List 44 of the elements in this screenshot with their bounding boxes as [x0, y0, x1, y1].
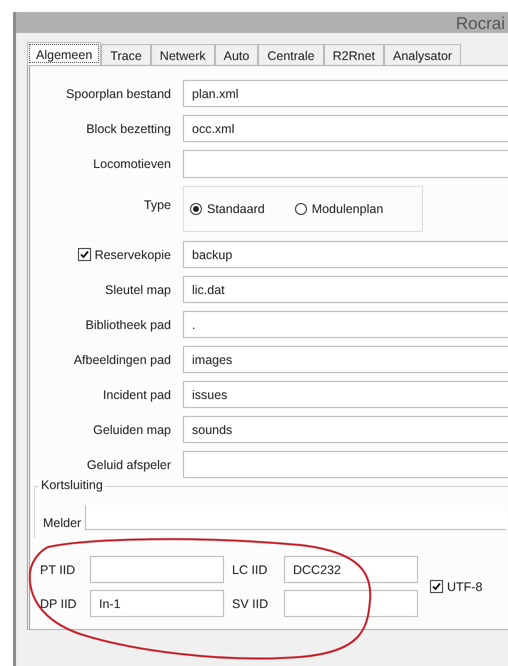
radio-option[interactable]: Modulenplan	[294, 202, 384, 216]
field-label: SV IID	[231, 596, 270, 610]
input-field[interactable]: sounds	[183, 416, 508, 443]
field-label: PT IID	[40, 562, 76, 576]
input-field[interactable]	[183, 150, 508, 178]
field-label: Type	[142, 197, 172, 212]
field-label: Geluiden map	[92, 422, 172, 436]
tab[interactable]: Trace	[101, 44, 151, 65]
tab[interactable]: Centrale	[258, 44, 324, 65]
input-field[interactable]: backup	[183, 241, 508, 268]
field-label: Melder	[42, 516, 82, 530]
field-label: Block bezetting	[85, 122, 172, 136]
field-label: Geluid afspeler	[86, 458, 172, 472]
field-label: DP IID	[40, 596, 78, 610]
group-title: Kortsluiting	[39, 478, 105, 492]
window-title: Rocrai	[456, 15, 505, 33]
checkbox[interactable]	[430, 580, 443, 593]
checkbox-label: Reservekopie	[94, 248, 171, 262]
input-field[interactable]: DCC232	[284, 556, 418, 583]
field-label: Afbeeldingen pad	[72, 352, 172, 366]
tab[interactable]: Auto	[214, 44, 258, 65]
tab[interactable]: Analysator	[384, 44, 462, 65]
input-field[interactable]: .	[183, 311, 508, 338]
tab[interactable]: Algemeen	[27, 42, 102, 65]
tab[interactable]: R2Rnet	[324, 44, 384, 65]
field-label: Sleutel map	[104, 282, 172, 296]
checkbox[interactable]	[78, 248, 91, 261]
field-label: LC IID	[231, 562, 268, 576]
input-field[interactable]: In-1	[90, 590, 224, 617]
input-field[interactable]: plan.xml	[183, 80, 508, 107]
field-label: Spoorplan bestand	[65, 86, 172, 100]
field-label: Incident pad	[102, 388, 172, 402]
radio-option[interactable]: Standaard	[190, 202, 265, 216]
input-field[interactable]	[90, 556, 224, 583]
input-field[interactable]	[284, 590, 418, 617]
input-field[interactable]	[183, 451, 508, 478]
checkbox-label: UTF-8	[447, 580, 482, 594]
field-label: Bibliotheek pad	[84, 318, 172, 332]
tab[interactable]: Netwerk	[150, 44, 215, 65]
input-field[interactable]: images	[183, 346, 508, 373]
input-field[interactable]: occ.xml	[183, 115, 508, 142]
input-field[interactable]: lic.dat	[183, 276, 508, 303]
field-label: Locomotieven	[92, 157, 172, 171]
input-field[interactable]: issues	[183, 381, 508, 408]
